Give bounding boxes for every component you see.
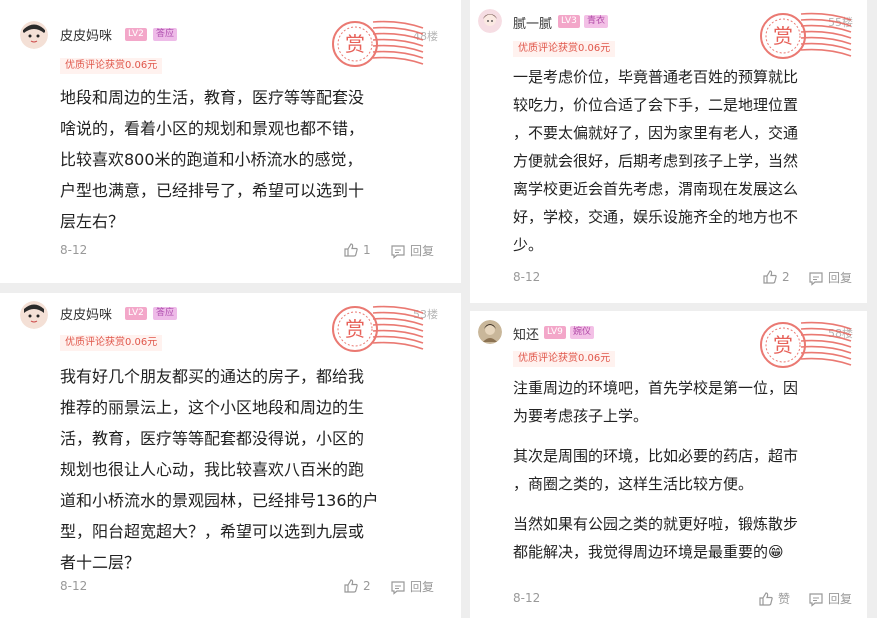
- svg-text:赏: 赏: [773, 24, 793, 48]
- comment-text: 注重周边的环境吧，首先学校是第一位，因 为要考虑孩子上学。 其次是周围的环境，比如…: [513, 379, 799, 561]
- username[interactable]: 皮皮妈咪: [60, 25, 112, 44]
- like-label: 赞: [778, 592, 791, 606]
- avatar-girl-icon: [478, 9, 502, 33]
- title-badge: 答应: [153, 28, 178, 41]
- reward-label: 优质评论获赏0.06元: [60, 335, 163, 351]
- like-count: 1: [363, 243, 371, 257]
- comment-text: 地段和周边的生活，教育，医疗等等配套没 啥说的，看着小区的规划和景观也都不错， 比较…: [60, 88, 365, 231]
- thumbs-up-icon: [759, 591, 773, 606]
- reply-button[interactable]: 回复: [808, 269, 852, 286]
- level-badge: LV9: [544, 326, 566, 339]
- comment-card-48: 皮皮妈咪 LV2 答应 48楼 优质评论获赏0.06元 赏 地段和周边的生活，教…: [0, 0, 461, 283]
- reply-icon: [391, 244, 405, 259]
- comment-card-55: 腻一腻 LV3 青衣 55楼 优质评论获赏0.06元 赏 一是考虑价位，毕竟普通…: [470, 0, 867, 303]
- avatar-photo-icon: [478, 320, 502, 344]
- reply-button[interactable]: 回复: [808, 590, 852, 607]
- like-button[interactable]: 赞: [758, 590, 790, 607]
- reward-stamp-icon: 赏: [332, 305, 424, 352]
- comment-date: 8-12: [60, 579, 88, 593]
- title-badge: 青衣: [584, 15, 609, 28]
- username[interactable]: 知还: [513, 324, 539, 343]
- comment-date: 8-12: [60, 243, 88, 257]
- reply-button[interactable]: 回复: [390, 242, 434, 259]
- reward-stamp-icon: 赏: [332, 20, 424, 67]
- svg-text:赏: 赏: [345, 32, 365, 56]
- like-count: 2: [363, 579, 371, 593]
- level-badge: LV2: [125, 307, 147, 320]
- avatar[interactable]: [20, 301, 48, 329]
- like-button[interactable]: 1: [343, 242, 371, 258]
- like-button[interactable]: 2: [762, 269, 790, 285]
- like-button[interactable]: 2: [343, 578, 371, 594]
- reward-label: 优质评论获赏0.06元: [513, 41, 616, 57]
- reply-button[interactable]: 回复: [390, 578, 434, 595]
- reward-stamp-icon: 赏: [760, 321, 852, 368]
- thumbs-up-icon: [344, 243, 358, 257]
- thumbs-up-icon: [763, 270, 777, 284]
- reward-label: 优质评论获赏0.06元: [513, 351, 616, 367]
- like-count: 2: [782, 270, 790, 284]
- avatar-face-icon: [20, 301, 48, 329]
- comment-date: 8-12: [513, 270, 541, 284]
- comment-text: 我有好几个朋友都买的通达的房子，都给我 推荐的丽景沄上，这个小区地段和周边的生 活，…: [60, 367, 379, 572]
- reply-label: 回复: [828, 592, 853, 606]
- comment-card-53: 皮皮妈咪 LV2 答应 53楼 优质评论获赏0.06元 赏 我有好几个朋友都买的…: [0, 293, 461, 618]
- svg-text:赏: 赏: [773, 333, 793, 357]
- thumbs-up-icon: [344, 579, 358, 593]
- comment-date: 8-12: [513, 591, 541, 605]
- reply-icon: [391, 580, 405, 595]
- reply-label: 回复: [828, 271, 853, 285]
- avatar[interactable]: [478, 9, 502, 33]
- avatar[interactable]: [20, 21, 48, 49]
- comment-text: 一是考虑价位，毕竟普通老百姓的预算就比 较吃力，价位合适了会下手，二是地理位置 ，不…: [513, 68, 799, 254]
- reply-icon: [809, 592, 823, 607]
- reward-label: 优质评论获赏0.06元: [60, 58, 163, 74]
- level-badge: LV3: [558, 15, 580, 28]
- comment-card-58: 知还 LV9 婉仪 58楼 优质评论获赏0.06元 赏 注重周边的环境吧，首先学…: [470, 311, 867, 618]
- reply-icon: [809, 271, 823, 286]
- reply-label: 回复: [410, 580, 435, 594]
- level-badge: LV2: [125, 28, 147, 41]
- reward-stamp-icon: 赏: [760, 12, 852, 59]
- title-badge: 答应: [153, 307, 178, 320]
- svg-text:赏: 赏: [345, 317, 365, 341]
- avatar-face-icon: [20, 21, 48, 49]
- reply-label: 回复: [410, 244, 435, 258]
- username[interactable]: 腻一腻: [513, 13, 552, 32]
- title-badge: 婉仪: [570, 326, 595, 339]
- username[interactable]: 皮皮妈咪: [60, 304, 112, 323]
- avatar[interactable]: [478, 320, 502, 344]
